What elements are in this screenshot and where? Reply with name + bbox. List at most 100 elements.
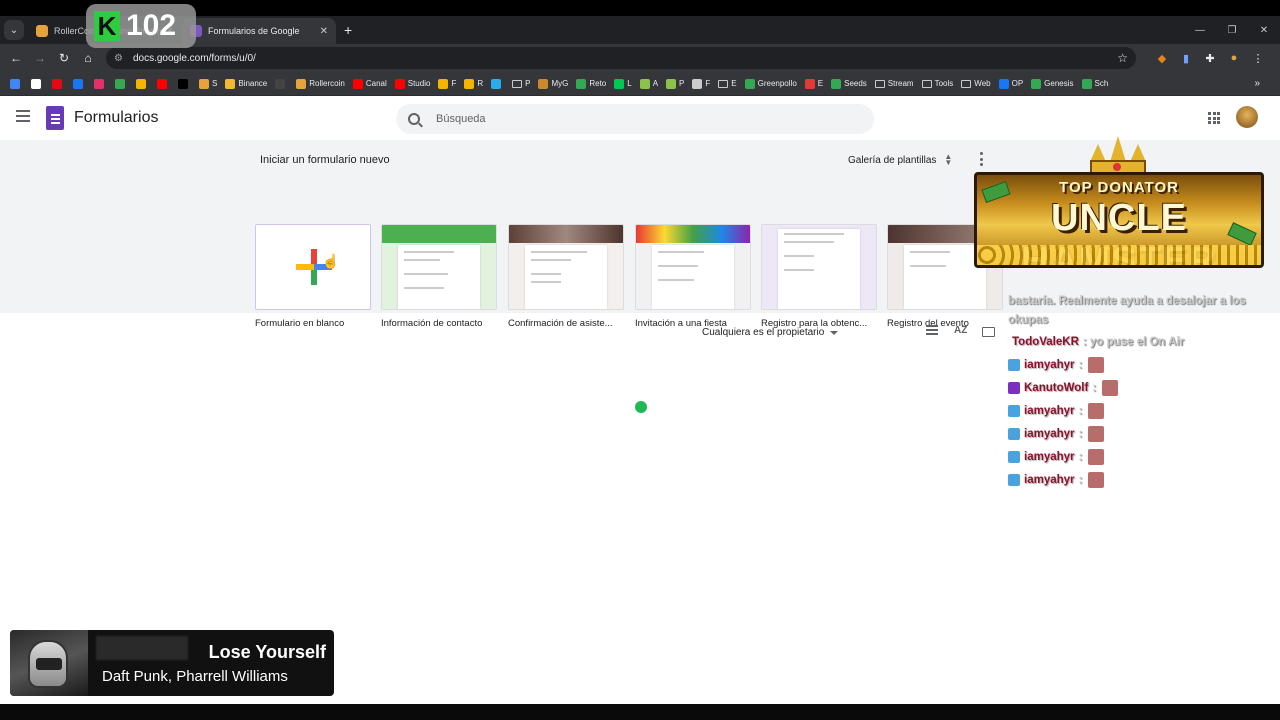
google-forms-logo-icon[interactable] [46,106,64,130]
chat-username: iamyahyr [1024,473,1075,486]
bookmark-item[interactable]: R [460,75,487,93]
bookmark-label: P [525,79,531,88]
rollercoin-favicon-icon [36,25,48,37]
bookmark-item[interactable] [90,75,111,93]
bookmark-label: E [817,79,824,88]
sort-az-icon[interactable]: AZ [954,325,968,339]
profile-extension-icon[interactable]: ● [1222,52,1246,64]
site-info-icon[interactable]: ⚙ [114,53,123,64]
home-button[interactable]: ⌂ [76,51,100,65]
bookmark-label: Canal [365,79,387,88]
bookmark-label: Web [974,79,991,88]
bookmark-item[interactable]: Rollercoin [292,75,349,93]
restore-button[interactable]: ❐ [1216,25,1248,36]
bookmark-label: Seeds [844,79,867,88]
bookmark-item[interactable]: L [610,75,635,93]
bookmark-item[interactable] [69,75,90,93]
bookmark-item[interactable] [132,75,153,93]
search-input[interactable]: Búsqueda [396,104,874,134]
bookmark-item[interactable] [111,75,132,93]
extensions-puzzle-icon[interactable]: ✚ [1198,52,1222,65]
bookmark-star-icon[interactable]: ☆ [1117,51,1128,65]
close-window-button[interactable]: ✕ [1248,25,1280,36]
bookmark-item[interactable]: F [434,75,460,93]
template-gallery-button[interactable]: Galería de plantillas ▲ ▼ [848,153,952,167]
chat-message: iamyahyr: [1008,399,1270,422]
bookmark-item[interactable]: Web [957,75,994,93]
back-button[interactable]: ← [4,51,28,65]
bookmark-item[interactable]: Seeds [827,75,871,93]
bookmark-item[interactable] [48,75,69,93]
template-thumbnail[interactable] [635,224,751,310]
chat-emote-icon [1088,448,1105,465]
bookmark-item[interactable] [174,75,195,93]
bookmark-item[interactable]: Studio [391,75,435,93]
bookmark-item[interactable]: OP [995,75,1028,93]
bookmark-favicon-icon [52,78,62,89]
chat-username: iamyahyr [1024,450,1075,463]
owner-filter-dropdown[interactable]: Cualquiera es el propietario [702,327,839,338]
bookmark-item[interactable]: MyG [534,75,572,93]
bookmark-item[interactable]: P [508,75,534,93]
metamask-extension-icon[interactable]: ◆ [1150,52,1174,65]
bookmark-label: OP [1011,79,1024,88]
chat-message-text: : [1078,473,1083,486]
template-thumbnail[interactable] [508,224,624,310]
forward-button[interactable]: → [28,51,52,65]
bookmark-item[interactable]: E [801,75,827,93]
bookmark-favicon-icon [1031,78,1042,89]
open-file-picker-icon[interactable] [982,327,995,337]
bookmark-label: Sch [1094,79,1109,88]
main-menu-icon[interactable] [16,110,30,122]
bookmark-item[interactable]: A [636,75,662,93]
close-tab-icon[interactable]: ✕ [320,26,328,37]
list-view-icon[interactable] [926,325,940,339]
donator-banner: TOP DONATOR UNCLE HAMSTER [974,172,1264,268]
reload-button[interactable]: ↻ [52,51,76,65]
bookmark-favicon-icon [157,78,167,89]
search-placeholder: Búsqueda [436,113,486,125]
gold-coins-decoration [977,245,1261,265]
url-text[interactable]: docs.google.com/forms/u/0/ [133,53,1117,64]
bookmark-item[interactable]: F [688,75,714,93]
bookmark-favicon-icon [666,78,677,89]
bitwarden-extension-icon[interactable]: ▮ [1174,52,1198,65]
bookmark-item[interactable]: Stream [871,75,918,93]
bookmark-favicon-icon [178,78,188,89]
template-thumbnail[interactable]: ☝ [255,224,371,310]
address-bar[interactable]: ⚙ docs.google.com/forms/u/0/ ☆ [106,47,1136,69]
chat-continuation-text: bastaría. Realmente ayuda a desalojar a … [1008,295,1246,326]
template-thumbnail[interactable] [761,224,877,310]
new-tab-button[interactable]: + [344,22,352,38]
bookmark-item[interactable]: E [714,75,740,93]
bookmark-item[interactable] [27,75,48,93]
chat-username: iamyahyr [1024,404,1075,417]
minimize-button[interactable]: — [1184,25,1216,36]
template-thumbnail[interactable] [381,224,497,310]
bookmark-favicon-icon [352,78,363,89]
bookmark-item[interactable] [487,75,508,93]
bookmark-item[interactable] [6,75,27,93]
bookmark-item[interactable]: Tools [918,75,958,93]
bookmark-item[interactable] [271,75,292,93]
bookmark-item[interactable]: P [662,75,688,93]
bookmark-label: Stream [887,79,914,88]
tab-google-forms[interactable]: Formularios de Google ✕ [182,18,336,44]
chrome-menu-icon[interactable]: ⋮ [1246,52,1270,65]
bookmark-item[interactable]: Genesis [1027,75,1077,93]
bookmark-item[interactable] [153,75,174,93]
google-apps-icon[interactable] [1208,112,1220,124]
bookmark-item[interactable]: S [195,75,221,93]
bookmark-favicon-icon [998,78,1009,89]
more-bookmarks-button[interactable]: » [1254,78,1260,89]
bookmark-item[interactable]: Greenpollo [741,75,801,93]
bookmark-item[interactable]: Sch [1078,75,1113,93]
bookmark-label: P [679,79,685,88]
account-avatar[interactable] [1236,106,1258,128]
bookmark-item[interactable]: Canal [349,75,391,93]
bookmark-item[interactable]: Reto [572,75,610,93]
bookmark-item[interactable]: Binance [221,75,271,93]
bookmark-favicon-icon [115,78,125,89]
tab-search-button[interactable]: ⌄ [4,20,24,40]
bookmark-favicon-icon [296,78,307,89]
